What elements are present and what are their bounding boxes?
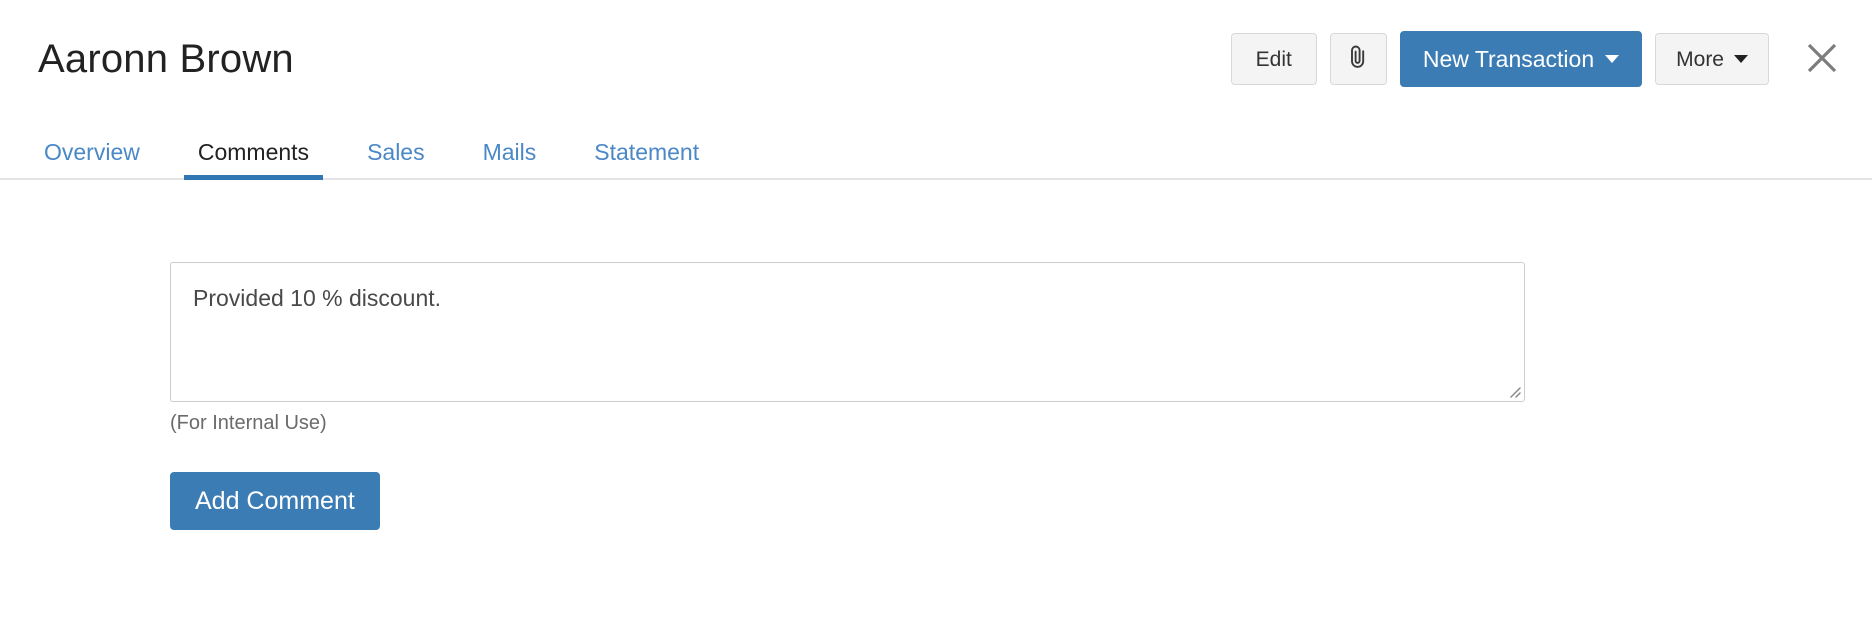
tab-comments[interactable]: Comments <box>184 141 323 178</box>
attachment-button[interactable] <box>1330 33 1387 85</box>
tab-mails[interactable]: Mails <box>469 141 551 178</box>
paperclip-icon <box>1348 44 1368 74</box>
chevron-down-icon <box>1734 55 1748 63</box>
close-icon <box>1805 41 1839 78</box>
header-action-bar: Edit New Transaction More <box>1231 31 1844 87</box>
tab-sales[interactable]: Sales <box>353 141 439 178</box>
add-comment-button[interactable]: Add Comment <box>170 472 380 530</box>
page-header: Aaronn Brown Edit New Transaction More <box>0 0 1872 118</box>
tab-statement[interactable]: Statement <box>580 141 713 178</box>
more-button[interactable]: More <box>1655 33 1769 85</box>
edit-button[interactable]: Edit <box>1231 33 1317 85</box>
internal-use-hint: (For Internal Use) <box>170 413 1872 433</box>
comments-panel: (For Internal Use) Add Comment <box>0 180 1872 530</box>
close-button[interactable] <box>1800 37 1844 81</box>
chevron-down-icon <box>1605 55 1619 63</box>
tab-overview[interactable]: Overview <box>30 141 154 178</box>
comment-textarea[interactable] <box>170 262 1525 402</box>
tab-bar: Overview Comments Sales Mails Statement <box>0 118 1872 180</box>
more-label: More <box>1676 49 1724 70</box>
page-title: Aaronn Brown <box>38 39 294 79</box>
new-transaction-label: New Transaction <box>1423 48 1594 71</box>
comment-input-wrapper <box>170 262 1525 402</box>
new-transaction-button[interactable]: New Transaction <box>1400 31 1642 87</box>
